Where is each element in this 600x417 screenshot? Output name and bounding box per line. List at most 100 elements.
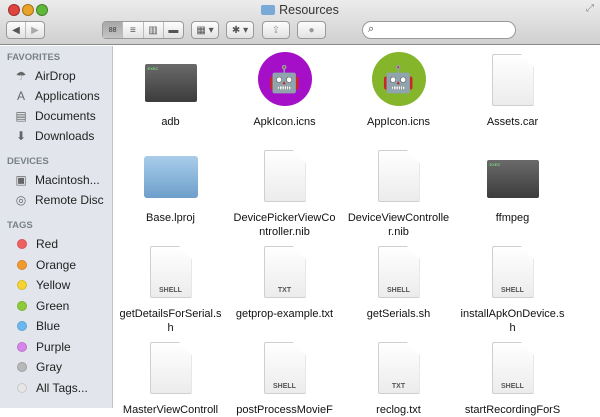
sidebar-item-purple[interactable]: Purple [14,339,71,355]
file-item[interactable]: 🤖 ApkIcon.icns [228,50,341,129]
file-name: DeviceViewController.nib [347,212,450,238]
file-type-tag: SHELL [273,383,296,390]
sidebar-item-macintosh[interactable]: ▣ Macintosh... [14,172,100,188]
tag-color-dot-icon [17,280,27,290]
file-item[interactable]: Base.lproj [114,146,227,225]
document-icon [263,150,306,202]
back-button[interactable]: ◀ [7,22,26,38]
android-icon: 🤖 [257,52,312,106]
file-item[interactable]: adb [114,50,227,129]
coverflow-view-button[interactable]: ▬ [164,22,183,38]
file-item[interactable]: DeviceViewController.nib [342,146,455,239]
applications-icon: A [16,89,25,103]
file-item[interactable]: MasterViewControll [114,338,227,417]
sidebar-item-red[interactable]: Red [14,236,58,252]
sidebar-item-label: Gray [36,360,63,374]
sidebar-item-label: Macintosh... [35,173,100,187]
sidebar-item-gray[interactable]: Gray [14,359,62,375]
file-name: reclog.txt [376,404,421,416]
file-name: MasterViewControll [122,404,219,416]
document-icon: SHELL [263,342,306,394]
fullscreen-icon[interactable]: ⤢ [586,3,594,14]
tag-color-dot-icon [17,300,27,311]
file-type-tag: SHELL [159,287,182,294]
file-item[interactable]: Assets.car [456,50,569,129]
file-item[interactable]: 🤖 AppIcon.icns [342,50,455,129]
sidebar-item-downloads[interactable]: ⬇ Downloads [14,128,94,144]
document-icon: SHELL [491,342,534,394]
file-grid: adb 🤖 ApkIcon.icns 🤖 AppIcon.icns Assets.car B… [114,46,600,416]
tag-color-dot-icon [17,321,27,331]
devices-header: DEVICES [7,156,49,167]
file-name: getprop-example.txt [235,308,334,320]
folder-icon [143,156,198,198]
file-type-tag: SHELL [501,287,524,294]
sidebar-item-remote-disc[interactable]: ◎ Remote Disc [14,192,104,208]
document-icon [377,150,420,202]
disc-icon: ◎ [15,193,27,207]
file-name: DevicePickerViewController.nib [233,212,336,238]
forward-button[interactable]: ▶ [26,22,44,38]
column-view-button[interactable]: ▥ [144,22,164,38]
search-input[interactable]: ⌕ [362,21,516,39]
terminal-exec-icon [144,64,197,102]
file-name: adb [161,116,180,128]
document-icon: TXT [263,246,306,298]
tag-color-dot-icon [17,239,27,249]
tag-color-dot-icon [17,259,27,270]
file-item[interactable]: TXT getprop-example.txt [228,242,341,321]
tag-color-dot-icon [17,341,27,352]
favorites-header: FAVORITES [7,52,61,63]
file-item[interactable]: SHELL postProcessMovieF [228,338,341,417]
sidebar-item-label: All Tags... [36,380,88,395]
nav-buttons: ◀ ▶ [6,21,45,39]
file-name: Base.lproj [146,212,195,224]
window-title: Resources [0,3,600,17]
action-button[interactable]: ✱ ▾ [226,21,254,39]
airdrop-icon: ☂ [15,69,27,83]
file-name: AppIcon.icns [367,116,430,128]
folder-icon [261,5,276,15]
sidebar-item-label: Green [36,298,70,313]
file-item[interactable]: ffmpeg [456,146,569,225]
downloads-icon: ⬇ [15,129,27,143]
file-item[interactable]: SHELL startRecordingForS [456,338,569,417]
sidebar-item-yellow[interactable]: Yellow [14,277,70,293]
sidebar-item-label: Downloads [35,129,95,143]
terminal-exec-icon [486,160,539,198]
sidebar-item-all-tags[interactable]: All Tags... [14,380,88,396]
gear-icon: ✱ ▾ [231,24,249,36]
list-view-button[interactable]: ≡ [123,22,144,38]
sidebar-item-documents[interactable]: ▤ Documents [14,108,96,124]
sidebar-item-label: Documents [35,109,96,123]
document-icon: TXT [377,342,420,394]
tag-icon: ● [308,24,315,36]
file-item[interactable]: DevicePickerViewController.nib [228,146,341,239]
share-icon: ⇪ [271,24,281,36]
icon-view-button[interactable]: 88 [103,22,124,38]
tags-button[interactable]: ● [297,21,326,39]
sidebar-item-applications[interactable]: A Applications [14,88,100,104]
arrange-icon: ▦ ▾ [196,24,214,36]
sidebar-item-label: Yellow [36,278,71,292]
file-item[interactable]: SHELL getDetailsForSerial.sh [114,242,227,335]
file-type-tag: SHELL [387,287,410,294]
sidebar-item-label: Red [36,237,59,251]
file-name: ffmpeg [495,212,530,224]
file-item[interactable]: TXT reclog.txt [342,338,455,417]
share-button[interactable]: ⇪ [262,21,290,39]
file-name: getDetailsForSerial.sh [119,308,222,334]
tag-color-dot-icon [17,362,27,372]
sidebar-item-green[interactable]: Green [14,298,69,314]
sidebar-item-orange[interactable]: Orange [14,257,76,273]
sidebar-item-label: Orange [36,257,77,272]
sidebar-item-blue[interactable]: Blue [14,318,60,334]
document-icon [149,342,192,394]
file-item[interactable]: SHELL getSerials.sh [342,242,455,321]
arrange-button[interactable]: ▦ ▾ [191,21,219,39]
file-item[interactable]: SHELL installApkOnDevice.sh [456,242,569,335]
document-icon [491,54,534,106]
file-name: installApkOnDevice.sh [460,308,565,334]
search-icon: ⌕ [368,23,375,35]
sidebar-item-airdrop[interactable]: ☂ AirDrop [14,68,76,84]
